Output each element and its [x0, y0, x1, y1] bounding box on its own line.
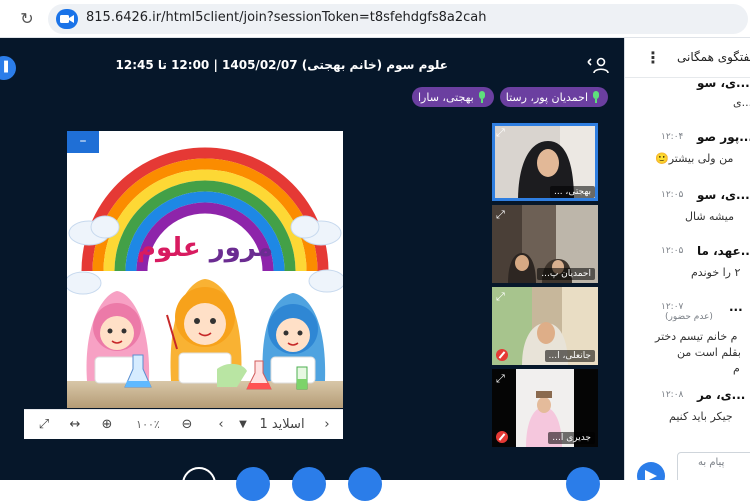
expand-video-icon[interactable]: ⤢ — [496, 208, 505, 222]
chat-title: گفتگوی همگانی — [677, 50, 750, 64]
slide-heading: مرور علوم — [67, 233, 343, 263]
talking-indicator[interactable]: بهجتی، سارا — [412, 87, 494, 107]
public-chat-panel: ⋮ گفتگوی همگانی ...ی، سو ...ی ۱۲:۰۴ ...پ… — [624, 38, 750, 480]
fit-width-icon[interactable]: ↔ — [64, 410, 86, 440]
camera-in-use-icon[interactable] — [56, 9, 78, 29]
chat-time: ۱۲:۰۵ — [661, 190, 684, 200]
video-tile-name: احمدیان پ... — [537, 268, 595, 280]
video-tile[interactable]: ⤢ جانعلی، ا... — [492, 287, 598, 365]
stats-icon[interactable]: ▐ — [0, 56, 16, 80]
chat-text: ۲ را خوندم — [691, 266, 741, 279]
zoom-out-icon[interactable]: ⊖ — [176, 410, 198, 440]
chat-message: ۱۲:۰۷ (عدم حضور) ... م خانم تیسم دختر بق… — [625, 300, 750, 380]
chat-sender: ...ی، مر — [697, 388, 746, 402]
expand-video-icon[interactable]: ⤢ — [496, 290, 505, 304]
chat-text: م — [733, 362, 740, 375]
chat-time: ۱۲:۰۸ — [661, 390, 684, 400]
talking-indicator-name: بهجتی، سارا — [418, 90, 474, 104]
send-message-button[interactable] — [637, 462, 665, 480]
chat-time: ۱۲:۰۴ — [661, 132, 684, 142]
chat-message: ۱۲:۰۴ ...پور صو من ولی بیشتر🙂 — [625, 130, 750, 174]
microphone-icon — [478, 91, 486, 103]
chat-time: ۱۲:۰۷ — [661, 302, 684, 312]
video-tile-name: بهجتی، ... — [549, 186, 595, 198]
microphone-button[interactable] — [292, 467, 326, 501]
chat-text: م خانم تیسم دختر — [655, 330, 738, 343]
chat-message: ۱۲:۰۸ ...ی، مر جیکر باید کنیم — [625, 388, 750, 432]
more-options-icon[interactable]: ⋮ — [645, 48, 661, 67]
zoom-level: ۱۰۰٪ — [136, 418, 160, 431]
chat-sender: ...ی، سو — [697, 188, 750, 202]
chat-input-placeholder: پیام به — [698, 457, 725, 468]
chat-text: ...ی — [733, 96, 750, 109]
screen-share-button[interactable] — [182, 467, 216, 501]
microphone-icon — [592, 91, 600, 103]
chat-message: ۱۲:۰۵ ...عهد، ما ۲ را خوندم — [625, 244, 750, 288]
talking-indicators: بهجتی، سارا احمدیان پور، رستا — [412, 87, 608, 107]
chat-time: ۱۲:۰۵ — [661, 246, 684, 256]
reload-icon[interactable]: ↻ — [16, 8, 38, 30]
previous-slide-icon[interactable]: ‹ — [214, 410, 228, 440]
next-slide-icon[interactable]: › — [320, 410, 334, 440]
chat-text: جیکر باید کنیم — [669, 410, 733, 423]
muted-microphone-icon — [496, 349, 508, 361]
presentation-slide[interactable]: مرور علوم — [67, 131, 343, 408]
meeting-title: علوم سوم (خانم بهجتی) 1405/02/07 | 12:00… — [115, 58, 449, 72]
fullscreen-icon[interactable]: ⤢ — [34, 410, 54, 440]
chat-sender: ... — [729, 300, 743, 314]
browser-toolbar: ↻ 815.6426.ir/html5client/join?sessionTo… — [0, 0, 750, 38]
chat-sender: ...پور صو — [697, 130, 750, 144]
expand-video-icon[interactable]: ⤢ — [496, 372, 505, 386]
chat-message-input[interactable]: پیام به — [677, 452, 750, 480]
chat-header: ⋮ گفتگوی همگانی — [625, 38, 750, 78]
actions-button[interactable] — [566, 467, 600, 501]
muted-microphone-icon — [496, 431, 508, 443]
app: ▐ علوم سوم (خانم بهجتی) 1405/02/07 | 12:… — [0, 38, 750, 501]
slide-select[interactable]: اسلاید 1 — [252, 410, 312, 440]
talking-indicator-name: احمدیان پور، رستا — [505, 90, 588, 104]
presentation-toolbar: ⤢ ↔ ⊕ ۱۰۰٪ ⊖ ‹ ▼ اسلاید 1 › — [24, 409, 343, 439]
talking-indicator[interactable]: احمدیان پور، رستا — [499, 87, 608, 107]
zoom-in-icon[interactable]: ⊕ — [96, 410, 118, 440]
chat-message: ...ی، سو ...ی — [625, 76, 750, 116]
video-tile[interactable]: ⤢ احمدیان پ... — [492, 205, 598, 283]
conference-area: ▐ علوم سوم (خانم بهجتی) 1405/02/07 | 12:… — [0, 38, 624, 501]
chevron-down-icon[interactable]: ▼ — [236, 410, 250, 440]
slide-heading-word: مرور — [209, 233, 274, 263]
chat-text: من ولی بیشتر🙂 — [655, 152, 734, 165]
video-tile[interactable]: ⤢ بهجتی، ... — [492, 123, 598, 201]
slide-illustration — [67, 147, 343, 408]
url-text[interactable]: 815.6426.ir/html5client/join?sessionToke… — [86, 10, 486, 25]
expand-video-icon[interactable]: ⤢ — [496, 126, 505, 140]
chat-text: میشه شال — [685, 210, 734, 223]
chat-sender: ...عهد، ما — [697, 244, 750, 258]
video-tile-name: جانعلی، ا... — [544, 350, 595, 362]
address-bar[interactable]: 815.6426.ir/html5client/join?sessionToke… — [48, 4, 748, 34]
video-tile-name: جدیری ا... — [548, 432, 595, 444]
video-tile[interactable]: ⤢ جدیری ا... — [492, 369, 598, 447]
user-list-toggle-icon[interactable] — [587, 57, 609, 75]
minimize-presentation-button[interactable]: – — [67, 131, 99, 153]
absent-status: (عدم حضور) — [665, 312, 713, 322]
chat-message: ۱۲:۰۵ ...ی، سو میشه شال — [625, 188, 750, 232]
slide-heading-word: علوم — [136, 233, 201, 263]
chat-text: بقلم است من — [677, 346, 741, 359]
camera-button[interactable] — [348, 467, 382, 501]
audio-button[interactable] — [236, 467, 270, 501]
chat-sender: ...ی، سو — [697, 76, 750, 90]
